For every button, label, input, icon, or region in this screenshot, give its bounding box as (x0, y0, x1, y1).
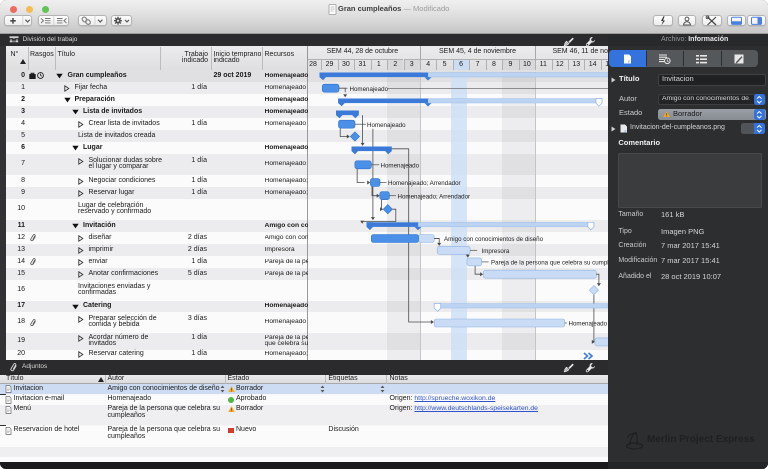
svg-text:Homenajeado; Arrendador: Homenajeado; Arrendador (397, 193, 470, 200)
svg-text:Homenajeado: Homenajeado (568, 320, 607, 327)
svg-text:Pareja de la persona que celeb: Pareja de la persona que celebra su cump… (491, 259, 608, 266)
svg-text:Homenajeado: Homenajeado (349, 85, 388, 92)
svg-text:Amigo con conocimientos de dis: Amigo con conocimientos de diseño (444, 236, 544, 243)
svg-text:Impresora: Impresora (481, 247, 509, 254)
svg-text:Homenajeado: Homenajeado (380, 162, 419, 169)
svg-text:Homenajeado: Homenajeado (367, 121, 406, 128)
svg-text:Homenajeado; Arrendador: Homenajeado; Arrendador (388, 180, 461, 187)
